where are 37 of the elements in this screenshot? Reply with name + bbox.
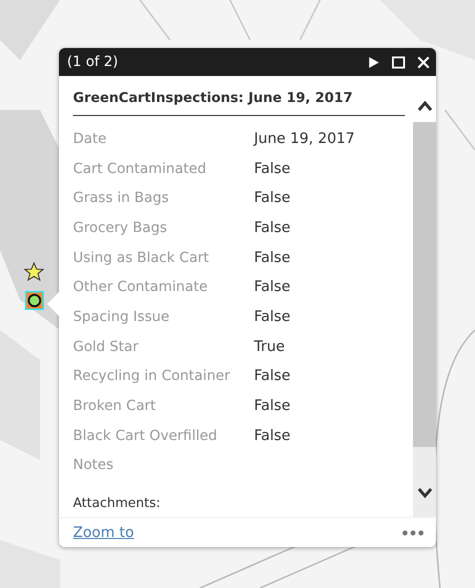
field-label: Grocery Bags	[73, 220, 168, 236]
field-value: False	[254, 398, 290, 414]
field-value: False	[254, 428, 290, 444]
field-label: Using as Black Cart	[73, 250, 210, 266]
zoom-to-link[interactable]: Zoom to	[73, 524, 134, 540]
field-label: Recycling in Container	[73, 368, 232, 384]
field-label: Spacing Issue	[73, 308, 170, 325]
maximize-icon[interactable]	[392, 56, 405, 68]
attachments-label: Attachments:	[73, 496, 162, 512]
field-value: False	[254, 308, 290, 325]
close-icon[interactable]	[417, 56, 430, 68]
field-label: Broken Cart	[73, 398, 157, 414]
field-value: June 19, 2017	[254, 130, 355, 147]
more-icon[interactable]	[402, 530, 424, 536]
field-label: Date	[73, 130, 108, 147]
field-label: Other Contaminate	[73, 279, 209, 296]
field-value: False	[254, 160, 290, 177]
field-value: False	[254, 279, 290, 296]
field-label: Gold Star	[73, 338, 140, 355]
scroll-up-icon[interactable]	[416, 100, 432, 112]
scrollbar[interactable]	[413, 76, 436, 517]
field-value: False	[254, 220, 290, 236]
field-value: False	[254, 190, 290, 206]
next-icon[interactable]	[367, 56, 380, 68]
circle-marker-icon[interactable]	[25, 291, 44, 310]
field-value: False	[254, 368, 290, 384]
star-icon[interactable]	[24, 262, 44, 282]
page-counter: (1 of 2)	[67, 54, 120, 70]
scroll-down-icon[interactable]	[416, 487, 432, 499]
field-label: Notes	[73, 457, 114, 474]
field-label: Cart Contaminated	[73, 160, 208, 177]
field-label: Grass in Bags	[73, 190, 170, 206]
field-value: False	[254, 250, 290, 266]
field-label: Black Cart Overfilled	[73, 428, 218, 444]
field-value: True	[254, 338, 285, 355]
scrollbar-thumb[interactable]	[413, 122, 436, 447]
popup-title: GreenCartInspections: June 19, 2017	[73, 90, 405, 116]
